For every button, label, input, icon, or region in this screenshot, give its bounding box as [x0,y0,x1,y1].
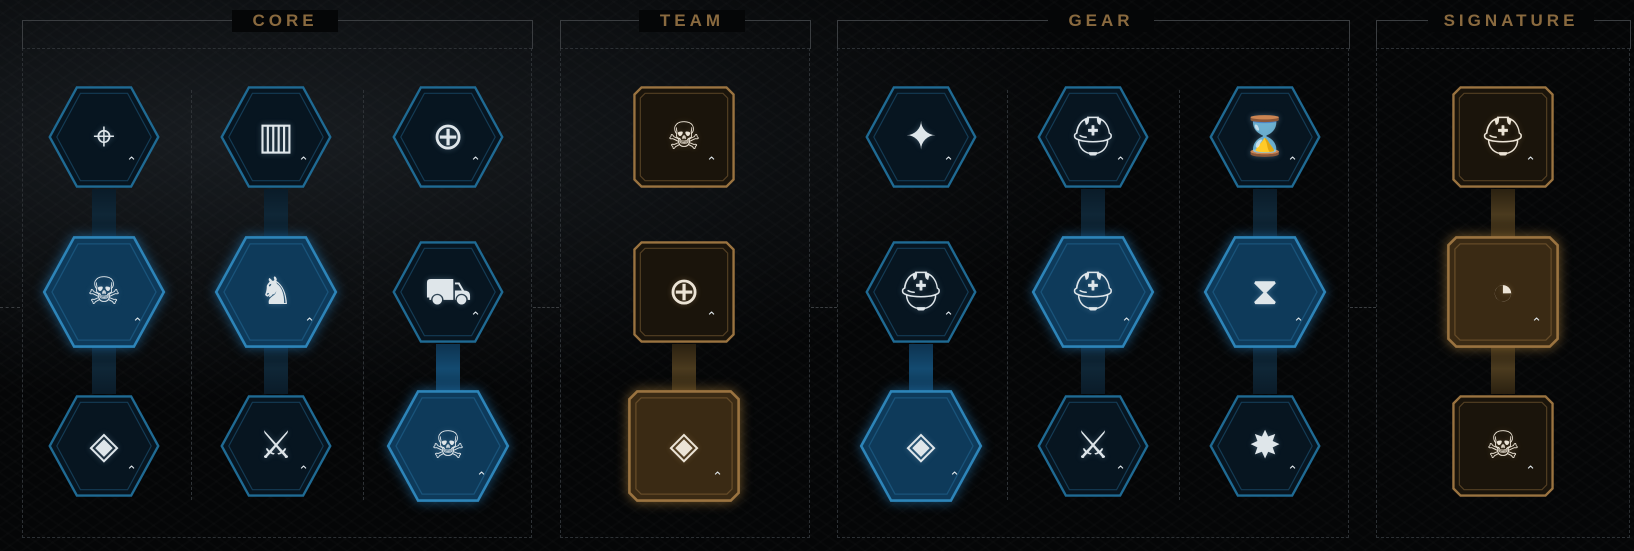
perk-node-core-2-3[interactable]: ⚔ ⌃ [217,387,335,505]
perk-node-core-1-1[interactable]: ⌖ ⌃ [45,78,163,196]
skull-emblem-icon: ☠ [666,116,702,158]
upgrade-chevron-icon: ⌃ [712,469,723,484]
upgrade-chevron-icon: ⌃ [1531,315,1542,330]
perk-node-gear-1-3[interactable]: ◈ ⌃ [856,381,986,511]
perk-node-team-1-2[interactable]: ⊕ ⌃ [625,233,743,351]
section-bracket-right [800,20,811,49]
perk-node-core-2-2[interactable]: ♞ ⌃ [211,227,341,357]
helmet-dash-icon: ⛑ [1478,116,1528,158]
section-bracket-left [837,20,848,49]
heavy-weapon-icon: ⛟ [424,271,472,313]
helmet-hourglass-icon: ⧗ [1251,271,1279,313]
upgrade-chevron-icon: ⌃ [1115,463,1126,478]
column-divider [191,90,192,500]
perk-node-signature-1-2[interactable]: ◔ ⌃ [1438,227,1568,357]
section-bracket-right [522,20,533,49]
perk-node-gear-2-3[interactable]: ⚔ ⌃ [1034,387,1152,505]
upgrade-chevron-icon: ⌃ [1287,154,1298,169]
upgrade-chevron-icon: ⌃ [943,154,954,169]
perk-node-gear-2-1[interactable]: ⛑ ⌃ [1034,78,1152,196]
section-title-gear: GEAR [1048,10,1154,32]
skulls-rifle-icon: ☠ [430,425,466,467]
upgrade-chevron-icon: ⌃ [126,463,137,478]
beast-charge-icon: ♞ [258,271,294,313]
section-bracket-left [22,20,33,49]
upgrade-chevron-icon: ⌃ [1525,154,1536,169]
section-bracket-right [1339,20,1350,49]
helmet-sparkle-icon: ✦ [905,116,937,158]
upgrade-chevron-icon: ⌃ [298,154,309,169]
crosshair-icon: ⊕ [432,116,464,158]
diamond-chain-icon: ◈ [89,425,119,467]
ammo-rack-icon: ▥ [258,116,294,158]
helmet-burst-icon: ✸ [1249,425,1281,467]
perk-node-gear-3-2[interactable]: ⧗ ⌃ [1200,227,1330,357]
section-connector [811,307,837,309]
upgrade-chevron-icon: ⌃ [1115,154,1126,169]
upgrade-chevron-icon: ⌃ [470,154,481,169]
diamond-skull-icon: ◈ [669,425,699,467]
column-divider [1179,90,1180,500]
perk-node-gear-3-1[interactable]: ⌛ ⌃ [1206,78,1324,196]
upgrade-chevron-icon: ⌃ [470,309,481,324]
blade-upgrade-icon: ⚔ [258,425,294,467]
upgrade-chevron-icon: ⌃ [1121,315,1132,330]
section-bracket-right [1620,20,1631,49]
section-title-signature: SIGNATURE [1428,10,1594,32]
upgrade-chevron-icon: ⌃ [1287,463,1298,478]
diamond-skull-icon: ◈ [906,425,936,467]
twin-helmets-icon: ⛑ [1068,116,1118,158]
perk-node-gear-3-3[interactable]: ✸ ⌃ [1206,387,1324,505]
helmet-ammo-icon: ⛑ [1068,271,1118,313]
section-connector [1350,307,1376,309]
perk-node-team-1-1[interactable]: ☠ ⌃ [625,78,743,196]
perk-node-gear-1-1[interactable]: ✦ ⌃ [862,78,980,196]
target-arrows-icon: ⊕ [668,271,700,313]
perk-node-team-1-3[interactable]: ◈ ⌃ [619,381,749,511]
perk-node-signature-1-1[interactable]: ⛑ ⌃ [1444,78,1562,196]
upgrade-chevron-icon: ⌃ [476,469,487,484]
section-title-core: CORE [232,10,338,32]
helmet-sword-icon: ⚔ [1075,425,1111,467]
card-target-icon: ⌖ [93,116,115,158]
perk-node-core-2-1[interactable]: ▥ ⌃ [217,78,335,196]
section-bracket-left [560,20,571,49]
upgrade-chevron-icon: ⌃ [706,154,717,169]
helmet-stack-icon: ⛑ [896,271,946,313]
column-divider [1007,90,1008,500]
section-bracket-left [1376,20,1387,49]
upgrade-chevron-icon: ⌃ [943,309,954,324]
upgrade-chevron-icon: ⌃ [132,315,143,330]
upgrade-chevron-icon: ⌃ [949,469,960,484]
upgrade-chevron-icon: ⌃ [1525,463,1536,478]
skull-fortress-icon: ☠ [1485,425,1521,467]
section-connector [533,307,559,309]
perk-node-gear-2-2[interactable]: ⛑ ⌃ [1028,227,1158,357]
shield-hourglass-icon: ⌛ [1241,116,1289,158]
upgrade-chevron-icon: ⌃ [126,154,137,169]
upgrade-chevron-icon: ⌃ [706,309,717,324]
column-divider [363,90,364,500]
upgrade-chevron-icon: ⌃ [298,463,309,478]
helmet-swirl-icon: ◔ [1491,271,1515,313]
perk-node-core-3-2[interactable]: ⛟ ⌃ [389,233,507,351]
perk-node-gear-1-2[interactable]: ⛑ ⌃ [862,233,980,351]
section-title-team: TEAM [639,10,745,32]
upgrade-chevron-icon: ⌃ [304,315,315,330]
perk-node-core-3-1[interactable]: ⊕ ⌃ [389,78,507,196]
perk-node-core-1-3[interactable]: ◈ ⌃ [45,387,163,505]
section-connector [0,307,20,309]
upgrade-chevron-icon: ⌃ [1293,315,1304,330]
perk-node-signature-1-3[interactable]: ☠ ⌃ [1444,387,1562,505]
perk-node-core-1-2[interactable]: ☠ ⌃ [39,227,169,357]
perk-node-core-3-3[interactable]: ☠ ⌃ [383,381,513,511]
skull-sword-icon: ☠ [86,271,122,313]
